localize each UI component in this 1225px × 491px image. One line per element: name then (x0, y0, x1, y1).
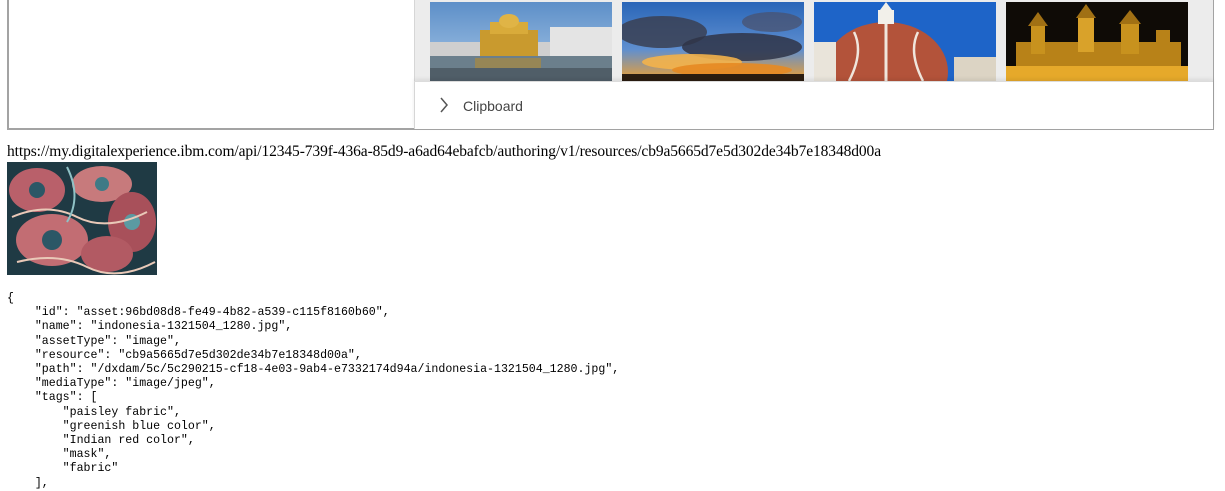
json-line: "path": "/dxdam/5c/5c290215-cf18-4e03-9a… (7, 363, 620, 377)
json-line: "greenish blue color", (7, 419, 216, 433)
golden-temple-thumbnail[interactable] (430, 2, 612, 81)
json-line: "paisley fabric", (7, 405, 181, 419)
json-line: "mediaType": "image/jpeg", (7, 377, 216, 391)
sunset-clouds-thumbnail[interactable] (622, 2, 804, 81)
json-open-brace: { (7, 292, 14, 305)
json-line: ], (7, 476, 49, 490)
json-line: "tags": [ (7, 391, 98, 405)
json-line: "id": "asset:96bd08d8-fe49-4b82-a539-c11… (7, 306, 390, 320)
json-line: "assetType": "image", (7, 334, 181, 348)
json-line: "Indian red color", (7, 434, 195, 448)
florence-dome-thumbnail[interactable] (814, 2, 996, 81)
resource-url: https://my.digitalexperience.ibm.com/api… (7, 143, 881, 160)
clipboard-toggle[interactable]: Clipboard (414, 81, 1213, 129)
castle-night-thumbnail[interactable] (1006, 2, 1188, 81)
json-line: "fabric" (7, 462, 119, 476)
image-picker-panel: Clipboard (7, 0, 1214, 130)
chevron-right-icon (440, 97, 448, 113)
asset-image (7, 162, 157, 275)
image-gallery (414, 0, 1213, 81)
json-line: "resource": "cb9a5665d7e5d302de34b7e1834… (7, 348, 362, 362)
json-line: "name": "indonesia-1321504_1280.jpg", (7, 320, 293, 334)
json-line: "mask", (7, 448, 112, 462)
clipboard-label: Clipboard (463, 98, 523, 114)
asset-json: { "id": "asset:96bd08d8-fe49-4b82-a539-c… (7, 292, 619, 491)
